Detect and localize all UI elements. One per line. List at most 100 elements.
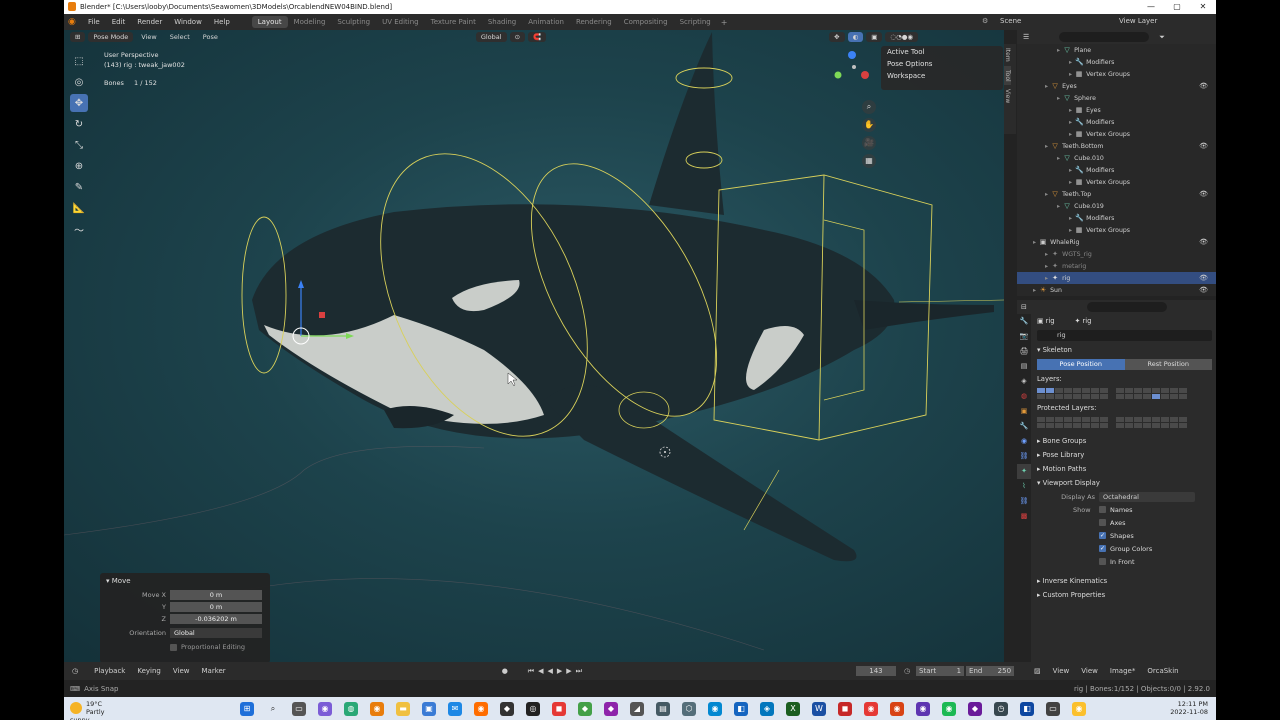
panel-pose-library[interactable]: ▸ Pose Library bbox=[1033, 448, 1216, 462]
expand-arrow-icon[interactable]: ▸ bbox=[1069, 167, 1072, 174]
expand-arrow-icon[interactable]: ▸ bbox=[1069, 71, 1072, 78]
move-z-field[interactable]: -0.036202 m bbox=[170, 614, 262, 624]
outliner-row[interactable]: ▸ ▽ Sphere bbox=[1017, 92, 1216, 104]
outliner-search-input[interactable] bbox=[1059, 32, 1150, 42]
start-icon[interactable]: ⊞ bbox=[240, 701, 254, 716]
app-icon-11[interactable]: ◼ bbox=[838, 701, 852, 716]
outliner-row[interactable]: ▸ ▽ Plane bbox=[1017, 44, 1216, 56]
object-tab-icon[interactable]: ▣ bbox=[1017, 404, 1031, 419]
sidebar-tab-item[interactable]: Item bbox=[1004, 44, 1011, 66]
render-tab-icon[interactable]: 📷 bbox=[1017, 329, 1031, 344]
expand-arrow-icon[interactable]: ▸ bbox=[1069, 179, 1072, 186]
outliner-row[interactable]: ▸ ▦ Vertex Groups bbox=[1017, 68, 1216, 80]
visibility-eye-icon[interactable]: 👁 bbox=[1199, 274, 1208, 282]
expand-arrow-icon[interactable]: ▸ bbox=[1045, 191, 1048, 198]
viewport-display-panel-header[interactable]: ▾ Viewport Display bbox=[1033, 476, 1216, 490]
outliner-row[interactable]: ▸ 🔧 Modifiers bbox=[1017, 212, 1216, 224]
armature-datablock-field[interactable]: rig bbox=[1037, 330, 1212, 341]
record-icon[interactable]: ● bbox=[502, 667, 508, 675]
protected-layers-grid[interactable] bbox=[1037, 417, 1212, 428]
image-menu-1[interactable]: View bbox=[1075, 667, 1104, 675]
constraint-tab-icon[interactable]: ⛓ bbox=[1017, 449, 1031, 464]
expand-arrow-icon[interactable]: ▸ bbox=[1069, 119, 1072, 126]
menu-help[interactable]: Help bbox=[208, 18, 236, 26]
expand-arrow-icon[interactable]: ▸ bbox=[1057, 47, 1060, 54]
properties-search-input[interactable] bbox=[1086, 302, 1167, 312]
pan-hand-icon[interactable]: ✋ bbox=[862, 118, 876, 132]
gizmo-toggle-icon[interactable]: ✥ bbox=[829, 32, 845, 42]
expand-arrow-icon[interactable]: ▸ bbox=[1045, 263, 1048, 270]
world-tab-icon[interactable]: ◍ bbox=[1017, 389, 1031, 404]
visibility-eye-icon[interactable]: 👁 bbox=[1199, 190, 1208, 198]
pose-position-button[interactable]: Pose Position bbox=[1037, 359, 1125, 370]
camera-icon[interactable]: 🎥 bbox=[862, 136, 876, 150]
scene-selector[interactable]: Scene bbox=[1000, 17, 1021, 25]
visibility-eye-icon[interactable]: 👁 bbox=[1199, 238, 1208, 246]
shapes-checkbox[interactable]: ✓ bbox=[1099, 532, 1106, 539]
move-panel-title[interactable]: ▾ Move bbox=[100, 573, 270, 589]
tab-uv-editing[interactable]: UV Editing bbox=[376, 16, 425, 28]
app-icon-2[interactable]: ◼ bbox=[552, 701, 566, 716]
rest-position-button[interactable]: Rest Position bbox=[1124, 359, 1212, 370]
popover-active-tool[interactable]: Active Tool bbox=[881, 46, 1003, 58]
app-icon-14[interactable]: ◉ bbox=[916, 701, 930, 716]
viewport-menu-pose[interactable]: Pose bbox=[198, 32, 223, 42]
panel-custom-properties[interactable]: ▸ Custom Properties bbox=[1033, 588, 1216, 602]
outliner-row[interactable]: ▸ ✦ metarig bbox=[1017, 260, 1216, 272]
image-editor-icon[interactable]: ▨ bbox=[1034, 667, 1041, 675]
outliner-row[interactable]: ▸ ▽ Eyes 👁 bbox=[1017, 80, 1216, 92]
app-icon-16[interactable]: ◧ bbox=[1020, 701, 1034, 716]
grid-perspective-icon[interactable]: ▦ bbox=[862, 154, 876, 168]
tab-scripting[interactable]: Scripting bbox=[674, 16, 717, 28]
pose-tool-icon[interactable]: 〜 bbox=[70, 220, 88, 238]
app-icon-8[interactable]: ◉ bbox=[708, 701, 722, 716]
word-icon[interactable]: W bbox=[812, 701, 826, 716]
menu-render[interactable]: Render bbox=[131, 18, 168, 26]
app-icon-15[interactable]: ◆ bbox=[968, 701, 982, 716]
visibility-eye-icon[interactable]: 👁 bbox=[1199, 82, 1208, 90]
mail-icon[interactable]: ✉ bbox=[448, 701, 462, 716]
measure-tool-icon[interactable]: 📐 bbox=[70, 199, 88, 217]
add-workspace-icon[interactable]: + bbox=[721, 18, 728, 27]
outliner-editor-icon[interactable]: ☰ bbox=[1023, 33, 1029, 41]
expand-arrow-icon[interactable]: ▸ bbox=[1045, 143, 1048, 150]
physics-tab-icon[interactable]: ◉ bbox=[1017, 434, 1031, 449]
viewport-menu-view[interactable]: View bbox=[136, 32, 161, 42]
tab-animation[interactable]: Animation bbox=[522, 16, 570, 28]
mode-dropdown[interactable]: Pose Mode bbox=[88, 32, 134, 42]
filter-icon[interactable]: ⏷ bbox=[1159, 33, 1165, 42]
expand-arrow-icon[interactable]: ▸ bbox=[1045, 83, 1048, 90]
xray-toggle-icon[interactable]: ▣ bbox=[866, 32, 883, 42]
preview-range-icon[interactable]: ◷ bbox=[904, 667, 910, 675]
names-checkbox[interactable] bbox=[1099, 506, 1106, 513]
outliner-row[interactable]: ▸ ▦ Vertex Groups bbox=[1017, 128, 1216, 140]
app-icon-13[interactable]: ◉ bbox=[890, 701, 904, 716]
timeline-menu-playback[interactable]: Playback bbox=[88, 667, 131, 675]
minimize-button[interactable]: — bbox=[1138, 0, 1164, 14]
system-clock[interactable]: 12:11 PM 2022-11-08 bbox=[1170, 700, 1208, 716]
app-icon-3[interactable]: ◆ bbox=[578, 701, 592, 716]
sidebar-tab-view[interactable]: View bbox=[1004, 85, 1011, 107]
start-frame-field[interactable]: Start 1 bbox=[916, 666, 965, 676]
move-tool-icon[interactable]: ✥ bbox=[70, 94, 88, 112]
file-explorer-icon[interactable]: ▬ bbox=[396, 701, 410, 716]
outliner-row[interactable]: ▸ 🔧 Modifiers bbox=[1017, 56, 1216, 68]
bone-layers-grid[interactable] bbox=[1037, 388, 1212, 399]
zoom-icon[interactable]: ⌕ bbox=[862, 100, 876, 114]
shading-modes-icon[interactable]: ◌◔●◉ bbox=[885, 32, 919, 42]
current-frame-field[interactable]: 143 bbox=[855, 666, 896, 676]
expand-arrow-icon[interactable]: ▸ bbox=[1057, 203, 1060, 210]
tool-tab-icon[interactable]: 🔧 bbox=[1017, 314, 1031, 329]
image-menu-2[interactable]: Image* bbox=[1104, 667, 1141, 675]
expand-arrow-icon[interactable]: ▸ bbox=[1045, 275, 1048, 282]
app-icon-10[interactable]: ◈ bbox=[760, 701, 774, 716]
app-icon-9[interactable]: ◧ bbox=[734, 701, 748, 716]
chrome-icon[interactable]: ◉ bbox=[1072, 701, 1086, 716]
in-front-checkbox[interactable] bbox=[1099, 558, 1106, 565]
texture-tab-icon[interactable]: ▩ bbox=[1017, 509, 1031, 524]
group-colors-checkbox[interactable]: ✓ bbox=[1099, 545, 1106, 552]
maximize-button[interactable]: ▢ bbox=[1164, 0, 1190, 14]
blender-menu-icon[interactable]: ◉ bbox=[68, 17, 82, 27]
timeline-editor-icon[interactable]: ◷ bbox=[72, 667, 78, 675]
menu-edit[interactable]: Edit bbox=[106, 18, 132, 26]
